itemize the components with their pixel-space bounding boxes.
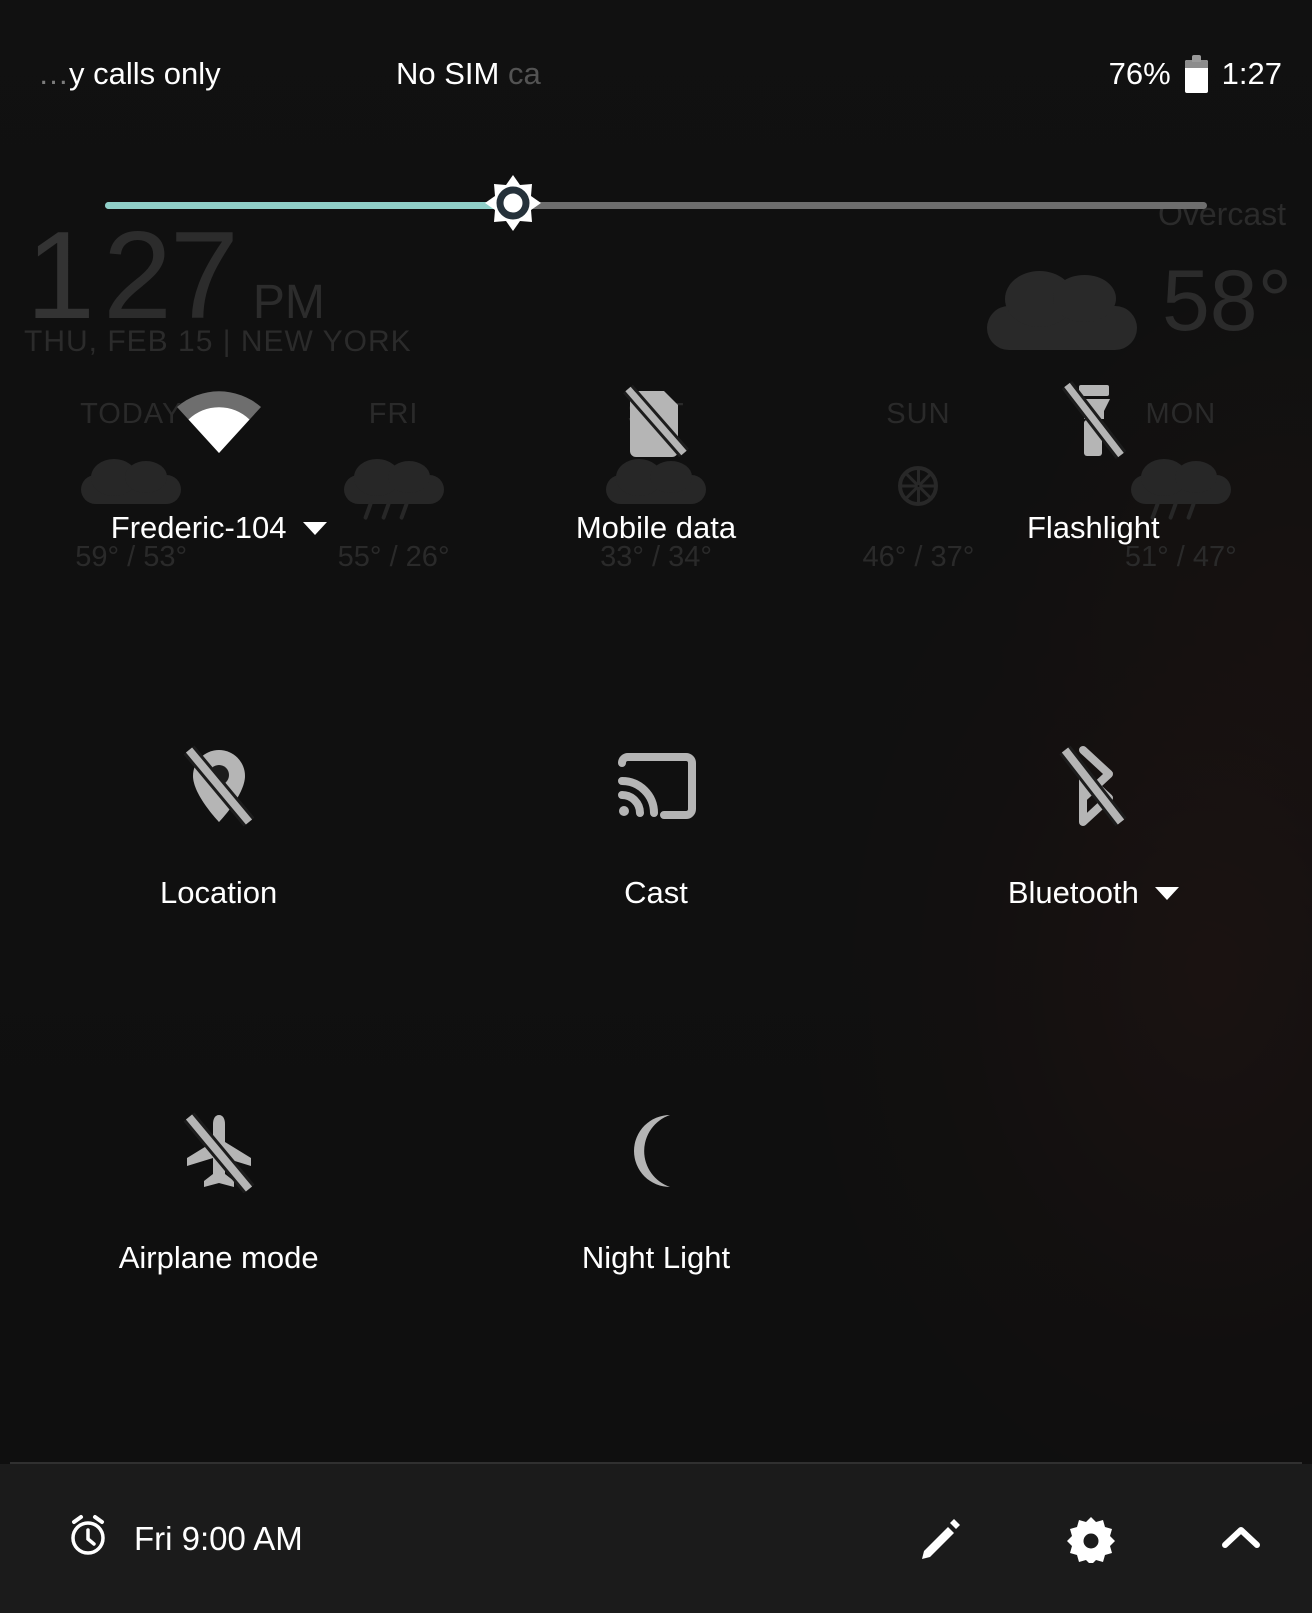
chevron-down-icon[interactable]	[1154, 886, 1179, 900]
quick-settings-tiles: Frederic-104 Mobile data Flashlight Loca…	[0, 340, 1312, 1435]
tile-night-light-label: Night Light	[581, 1240, 731, 1275]
footer-actions	[912, 1510, 1270, 1568]
chevron-up-icon[interactable]	[1212, 1510, 1270, 1568]
flashlight-off-icon	[1057, 362, 1129, 480]
tile-row: Location Cast Bluetooth	[0, 705, 1312, 1070]
tile-airplane-mode[interactable]: Airplane mode	[0, 1070, 437, 1435]
cast-icon	[614, 727, 698, 845]
pencil-edit-icon[interactable]	[912, 1510, 970, 1568]
tile-night-light-label-row: Night Light	[437, 1240, 874, 1276]
tile-row: Airplane mode Night Light	[0, 1070, 1312, 1435]
tile-night-light[interactable]: Night Light	[437, 1070, 874, 1435]
tile-mobile-data-label: Mobile data	[575, 510, 737, 545]
tile-flashlight-label-row: Flashlight	[875, 510, 1312, 546]
sim-status-label: No SIM ca	[396, 56, 541, 92]
status-bar-clock: 1:27	[1221, 56, 1282, 91]
tile-location-label-row: Location	[0, 875, 437, 911]
status-bar-right: 76% 1:27	[1109, 55, 1282, 93]
carrier-label: …y calls only	[38, 56, 221, 91]
night-light-moon-icon	[622, 1092, 690, 1210]
quick-settings-panel: 1 27 PM THU, FEB 15 | NEW YORK Overcast …	[0, 0, 1312, 1613]
carrier-text: y calls only	[69, 56, 221, 91]
tile-bluetooth-label: Bluetooth	[1007, 875, 1139, 910]
alarm-clock-icon	[66, 1513, 110, 1565]
tile-cast-label: Cast	[624, 875, 688, 910]
status-bar: …y calls only No SIM ca 76% 1:27	[0, 0, 1312, 148]
chevron-down-icon[interactable]	[302, 521, 327, 535]
tile-mobile-data-label-row: Mobile data	[437, 510, 874, 546]
tile-flashlight-label: Flashlight	[1026, 510, 1160, 545]
tile-cast-label-row: Cast	[437, 875, 874, 911]
tile-location-label: Location	[160, 875, 278, 910]
tile-wifi[interactable]: Frederic-104	[0, 340, 437, 705]
wifi-icon	[173, 362, 265, 480]
alarm-indicator[interactable]: Fri 9:00 AM	[66, 1513, 303, 1565]
tile-mobile-data[interactable]: Mobile data	[437, 340, 874, 705]
location-off-icon	[181, 727, 257, 845]
tile-wifi-label: Frederic-104	[110, 510, 287, 545]
alarm-time-label: Fri 9:00 AM	[134, 1519, 303, 1557]
footer-bar: Fri 9:00 AM	[0, 1464, 1312, 1613]
tile-flashlight[interactable]: Flashlight	[875, 340, 1312, 705]
mobile-data-off-icon	[620, 362, 692, 480]
tile-airplane-mode-label-row: Airplane mode	[0, 1240, 437, 1276]
sim-text: No SIM	[396, 56, 508, 91]
tile-row: Frederic-104 Mobile data Flashlight	[0, 340, 1312, 705]
battery-percent: 76%	[1108, 56, 1171, 91]
battery-icon	[1184, 55, 1208, 93]
tile-bluetooth-label-row: Bluetooth	[875, 875, 1312, 911]
gear-settings-icon[interactable]	[1062, 1510, 1120, 1568]
tile-airplane-mode-label: Airplane mode	[118, 1240, 319, 1275]
bluetooth-off-icon	[1057, 727, 1129, 845]
brightness-track[interactable]	[105, 202, 1207, 209]
brightness-fill	[105, 202, 513, 209]
tile-wifi-label-row: Frederic-104	[0, 510, 437, 546]
brightness-slider[interactable]	[0, 172, 1312, 238]
sim-text-truncated: ca	[507, 56, 541, 91]
tile-empty-slot	[875, 1070, 1312, 1435]
tile-bluetooth[interactable]: Bluetooth	[875, 705, 1312, 1070]
airplane-off-icon	[179, 1092, 259, 1210]
tile-location[interactable]: Location	[0, 705, 437, 1070]
tile-cast[interactable]: Cast	[437, 705, 874, 1070]
brightness-thumb[interactable]	[481, 173, 545, 237]
